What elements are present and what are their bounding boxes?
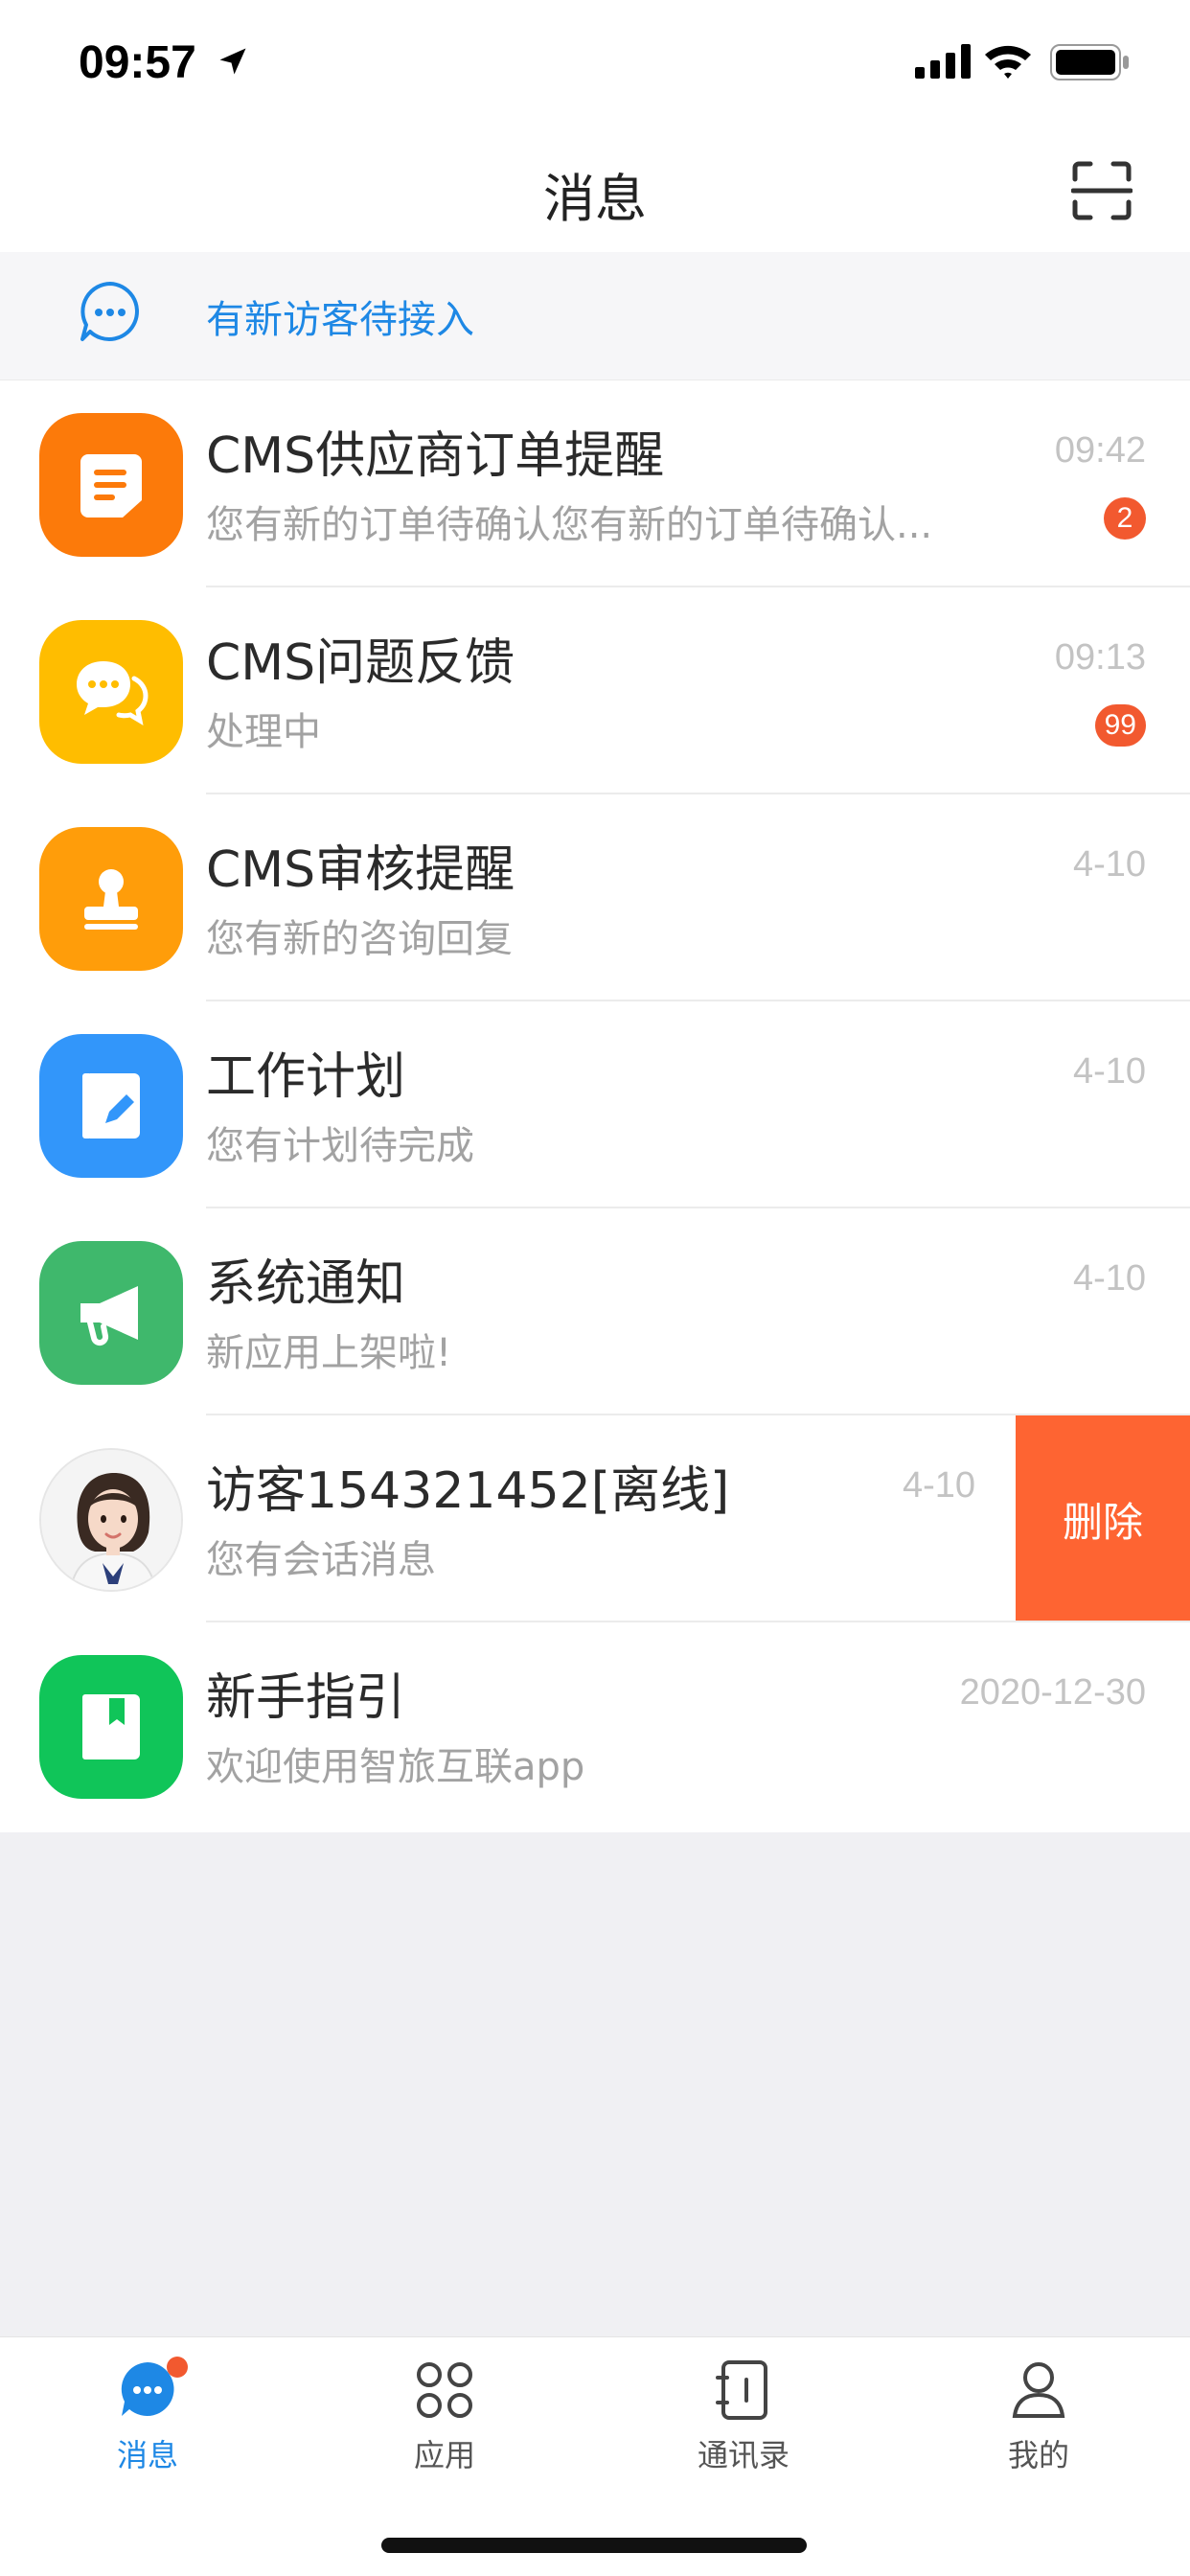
message-title: 访客154321452[离线] <box>206 1462 730 1520</box>
message-time: 4-10 <box>1072 1258 1146 1299</box>
status-bar: 09:57 <box>0 0 1190 129</box>
scan-icon[interactable] <box>1071 160 1133 221</box>
unread-badge: 99 <box>1094 704 1146 747</box>
message-preview: 欢迎使用智旅互联app <box>206 1745 585 1789</box>
page-title: 消息 <box>543 169 647 229</box>
tab-label: 应用 <box>413 2437 475 2473</box>
message-time: 09:13 <box>1054 637 1146 678</box>
stamp-icon <box>39 827 183 971</box>
message-preview: 您有新的咨询回复 <box>206 917 513 961</box>
book-icon <box>39 1655 183 1799</box>
megaphone-icon <box>39 1241 183 1385</box>
message-preview: 您有新的订单待确认您有新的订单待确认... <box>206 503 933 547</box>
wifi-icon <box>985 45 1031 79</box>
message-preview: 处理中 <box>206 710 321 754</box>
apps-icon <box>417 2362 472 2418</box>
message-row-cms-review[interactable]: CMS审核提醒 您有新的咨询回复 4-10 <box>0 794 1190 1001</box>
tab-label: 消息 <box>116 2437 178 2473</box>
tab-label: 我的 <box>1007 2437 1069 2473</box>
message-time: 09:42 <box>1054 430 1146 471</box>
message-title: 工作计划 <box>206 1048 406 1106</box>
message-title: 系统通知 <box>206 1255 406 1313</box>
tab-contacts[interactable]: 通讯录 <box>648 2357 839 2491</box>
tab-label: 通讯录 <box>697 2437 790 2473</box>
message-preview: 您有计划待完成 <box>206 1124 474 1168</box>
message-time: 4-10 <box>1072 1051 1146 1092</box>
tab-apps[interactable]: 应用 <box>349 2357 540 2491</box>
delete-label: 删除 <box>1062 1498 1143 1546</box>
profile-icon <box>1012 2362 1065 2418</box>
message-row-cms-feedback[interactable]: CMS问题反馈 处理中 09:13 99 <box>0 587 1190 794</box>
chat-bubbles-icon <box>39 620 183 764</box>
nav-bar: 消息 <box>0 129 1190 252</box>
delete-button[interactable]: 删除 <box>1016 1415 1190 1622</box>
contacts-icon <box>716 2360 767 2420</box>
tab-profile[interactable]: 我的 <box>943 2357 1134 2491</box>
status-time: 09:57 <box>79 37 196 88</box>
message-title: CMS审核提醒 <box>206 841 515 899</box>
message-row-cms-order[interactable]: CMS供应商订单提醒 您有新的订单待确认您有新的订单待确认... 09:42 2 <box>0 380 1190 587</box>
cellular-signal-icon <box>915 44 971 79</box>
message-row-system-notice[interactable]: 系统通知 新应用上架啦! 4-10 <box>0 1208 1190 1415</box>
message-time: 4-10 <box>902 1465 975 1506</box>
message-title: CMS供应商订单提醒 <box>206 427 665 485</box>
message-preview: 新应用上架啦! <box>206 1331 452 1375</box>
battery-icon <box>1050 44 1129 80</box>
tab-messages[interactable]: 消息 <box>52 2357 243 2491</box>
new-visitor-text: 有新访客待接入 <box>206 298 474 342</box>
document-icon <box>39 413 183 557</box>
message-row-work-plan[interactable]: 工作计划 您有计划待完成 4-10 <box>0 1001 1190 1208</box>
message-row-visitor[interactable]: 访客154321452[离线] 您有会话消息 4-10 删除 <box>0 1415 1190 1622</box>
new-visitor-banner[interactable]: 有新访客待接入 <box>0 252 1190 380</box>
message-time: 2020-12-30 <box>959 1672 1146 1713</box>
notification-dot <box>167 2357 188 2378</box>
message-title: 新手指引 <box>206 1669 406 1727</box>
notebook-pen-icon <box>39 1034 183 1178</box>
unread-badge: 2 <box>1104 497 1146 540</box>
message-list: CMS供应商订单提醒 您有新的订单待确认您有新的订单待确认... 09:42 2… <box>0 380 1190 1832</box>
visitor-avatar <box>39 1448 183 1592</box>
home-indicator <box>381 2538 807 2553</box>
message-preview: 您有会话消息 <box>206 1538 436 1582</box>
message-row-guide[interactable]: 新手指引 欢迎使用智旅互联app 2020-12-30 <box>0 1622 1190 1829</box>
location-arrow-icon <box>219 48 246 75</box>
message-time: 4-10 <box>1072 844 1146 885</box>
chat-dots-icon <box>80 282 139 341</box>
message-title: CMS问题反馈 <box>206 634 515 692</box>
